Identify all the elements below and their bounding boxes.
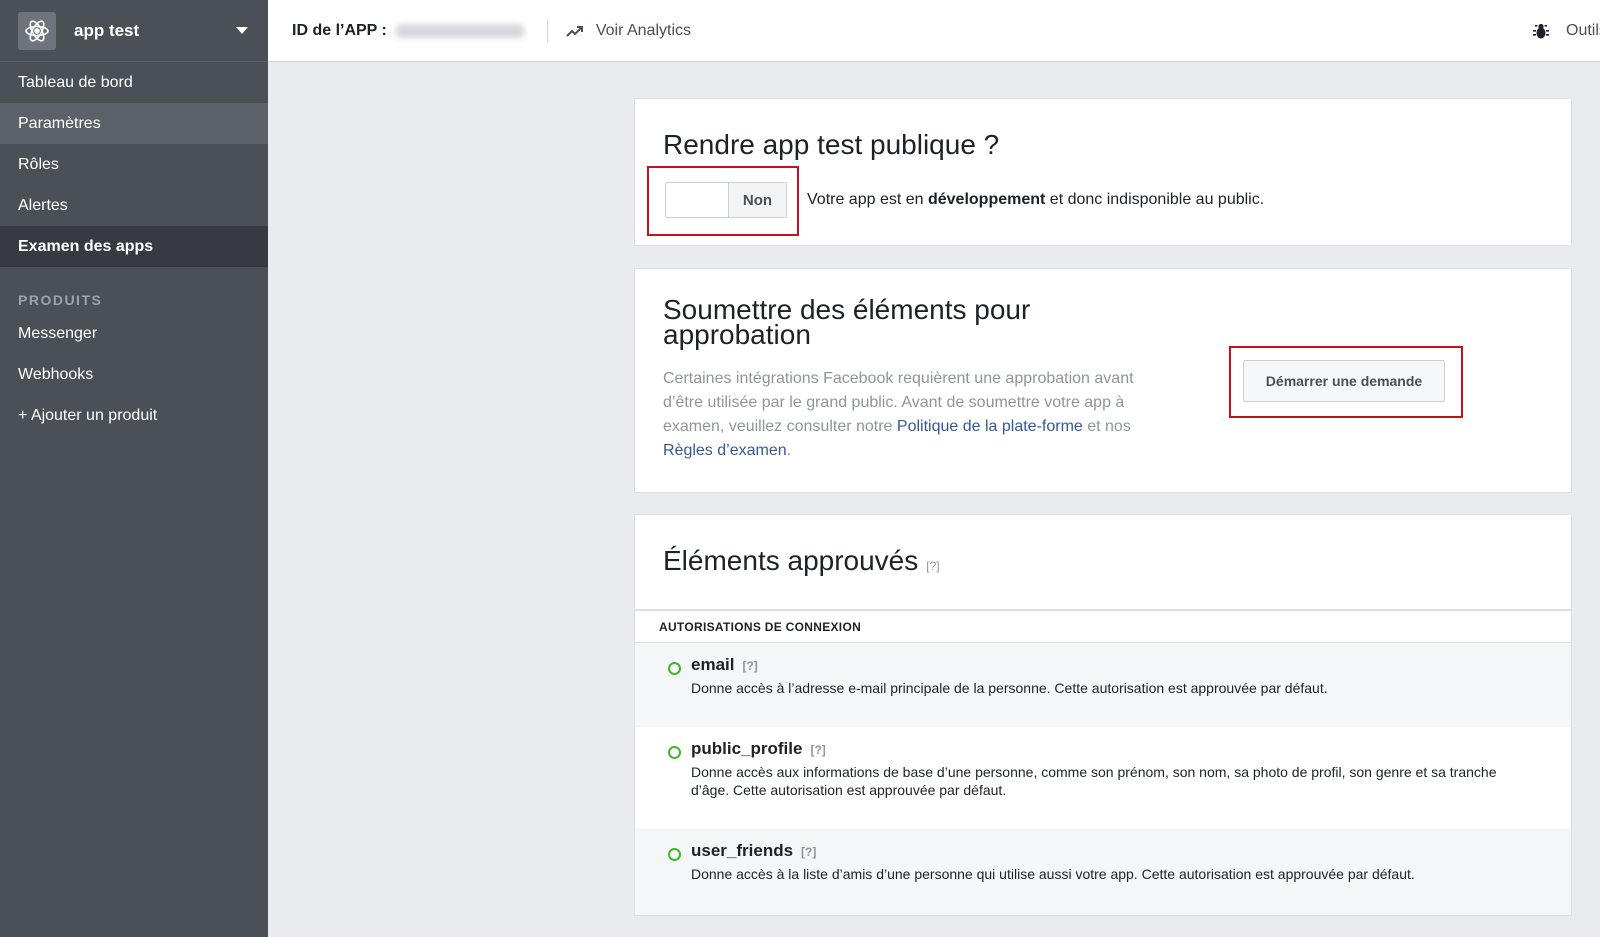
approved-items-title: Éléments approuvés: [663, 545, 919, 576]
permission-row-public-profile: public_profile [?] Donne accès aux inform…: [635, 727, 1571, 829]
public-status-prefix: Votre app est en: [807, 191, 928, 208]
trend-up-icon: [566, 25, 583, 37]
submit-items-card: Soumettre des éléments pour approbation …: [634, 268, 1572, 493]
request-highlight: Démarrer une demande: [1229, 346, 1463, 418]
sidebar-item-tableau-de-bord[interactable]: Tableau de bord: [0, 62, 268, 103]
permission-help-link[interactable]: [?]: [810, 743, 825, 757]
view-analytics-link[interactable]: Voir Analytics: [566, 22, 691, 40]
app-logo-icon: [18, 11, 56, 50]
public-status-bold: développement: [927, 191, 1046, 208]
review-rules-link[interactable]: Règles d’examen: [663, 442, 787, 459]
make-public-title: Rendre app test publique ?: [663, 129, 1000, 160]
app-id-label: ID de l’APP :: [292, 21, 387, 39]
permission-description: Donne accès à l’adresse e-mail principal…: [691, 680, 1328, 696]
submit-desc-part2: et nos: [1082, 418, 1131, 435]
app-name: app test: [74, 20, 140, 40]
permission-name: public_profile: [691, 739, 803, 758]
permission-row-user-friends: user_friends [?] Donne accès à la liste d…: [635, 829, 1571, 915]
approved-status-icon: [668, 746, 681, 759]
submit-items-description: Certaines intégrations Facebook requière…: [663, 367, 1173, 463]
login-permissions-header: AUTORISATIONS DE CONNEXION: [635, 609, 1571, 643]
sidebar-item-examen-des-apps[interactable]: Examen des apps: [0, 226, 268, 267]
make-public-card: Rendre app test publique ? Non Votre app…: [634, 98, 1572, 246]
view-analytics-label: Voir Analytics: [595, 21, 691, 39]
platform-policy-link[interactable]: Politique de la plate-forme: [897, 418, 1083, 435]
approved-status-icon: [668, 848, 681, 861]
approved-items-help-link[interactable]: [?]: [926, 559, 939, 573]
permission-description: Donne accès à la liste d’amis d’une pers…: [691, 866, 1415, 882]
app-switcher[interactable]: app test: [0, 0, 268, 62]
app-id-value-redacted: [394, 23, 525, 38]
permission-row-email: email [?] Donne accès à l’adresse e-mail …: [635, 643, 1571, 727]
approved-items-heading: Éléments approuvés [?]: [663, 545, 940, 577]
public-status-suffix: et donc indisponible au public.: [1045, 191, 1265, 208]
public-status-text: Votre app est en développement et donc i…: [807, 191, 1264, 209]
submit-items-title: Soumettre des éléments pour approbation: [663, 294, 1031, 350]
approved-items-card: Éléments approuvés [?] AUTORISATIONS DE …: [634, 514, 1572, 916]
chevron-down-icon[interactable]: [236, 27, 248, 34]
permission-help-link[interactable]: [?]: [742, 659, 757, 673]
products-heading: PRODUITS: [18, 292, 103, 308]
approved-status-icon: [668, 662, 681, 675]
permission-name: email: [691, 655, 735, 674]
toggle-track: [666, 183, 728, 217]
bug-icon[interactable]: [1532, 22, 1550, 40]
sidebar-item-roles[interactable]: Rôles: [0, 144, 268, 185]
sidebar-item-alertes[interactable]: Alertes: [0, 185, 268, 226]
permission-name: user_friends: [691, 841, 794, 860]
tools-menu[interactable]: Outils: [1566, 22, 1600, 40]
sidebar-item-webhooks[interactable]: Webhooks: [0, 354, 268, 395]
public-toggle[interactable]: Non: [665, 182, 787, 218]
start-request-button[interactable]: Démarrer une demande: [1243, 360, 1445, 402]
sidebar: app test Tableau de bord Paramètres Rôle…: [0, 0, 268, 937]
submit-desc-part3: .: [786, 442, 792, 459]
topbar-right: Outils: [1532, 0, 1600, 62]
sidebar-item-parametres[interactable]: Paramètres: [0, 103, 268, 144]
sidebar-item-messenger[interactable]: Messenger: [0, 313, 268, 354]
top-bar: ID de l’APP : Voir Analytics Outils: [268, 0, 1600, 62]
permission-help-link[interactable]: [?]: [801, 845, 816, 859]
topbar-divider: [546, 18, 548, 43]
toggle-highlight: Non: [647, 166, 799, 236]
sidebar-item-add-product[interactable]: + Ajouter un produit: [0, 395, 268, 436]
permission-description: Donne accès aux informations de base d’u…: [691, 764, 1497, 798]
toggle-label: Non: [728, 183, 786, 217]
